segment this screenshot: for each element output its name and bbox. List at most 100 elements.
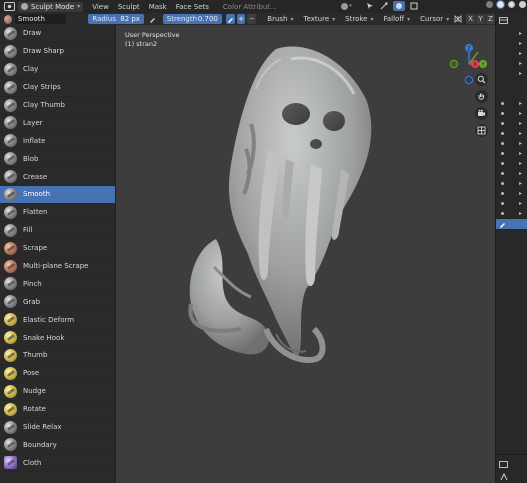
texture-dropdown[interactable]: Texture ▾ (302, 14, 338, 24)
menu-mask[interactable]: Mask (149, 3, 167, 11)
cursor-dropdown[interactable]: Cursor ▾ (418, 14, 451, 24)
brush-item-elastic-deform[interactable]: Elastic Deform (0, 311, 115, 330)
strength-pen-pressure-button[interactable] (225, 14, 235, 24)
symmetry-icon-button[interactable] (453, 14, 462, 24)
visibility-dot-icon[interactable] (501, 162, 504, 165)
expand-arrow-icon[interactable]: ▸ (519, 30, 522, 37)
outliner-row[interactable]: ▸ (496, 69, 527, 79)
pan-button[interactable] (475, 90, 488, 103)
properties-editor-icon[interactable] (499, 461, 508, 468)
expand-arrow-icon[interactable]: ▸ (519, 60, 522, 67)
visibility-dot-icon[interactable] (501, 172, 504, 175)
expand-arrow-icon[interactable]: ▸ (519, 200, 522, 207)
brush-item-crease[interactable]: Crease (0, 168, 115, 187)
visibility-dot-icon[interactable] (501, 112, 504, 115)
expand-arrow-icon[interactable]: ▸ (519, 120, 522, 127)
expand-arrow-icon[interactable]: ▸ (519, 140, 522, 147)
outliner-row[interactable]: ▸ (496, 199, 527, 209)
stroke-dropdown[interactable]: Stroke ▾ (343, 14, 375, 24)
xray-toggle[interactable] (409, 1, 419, 11)
brush-item-snake-hook[interactable]: Snake Hook (0, 329, 115, 348)
subtract-direction-button[interactable]: − (247, 14, 257, 24)
visibility-dot-icon[interactable] (501, 182, 504, 185)
visibility-dot-icon[interactable] (501, 132, 504, 135)
expand-arrow-icon[interactable]: ▸ (519, 110, 522, 117)
expand-arrow-icon[interactable]: ▸ (519, 70, 522, 77)
outliner-row[interactable]: ▸ (496, 129, 527, 139)
symmetry-z-toggle[interactable]: Z (486, 14, 496, 24)
outliner-row[interactable]: ▸ (496, 39, 527, 49)
brush-item-flatten[interactable]: Flatten (0, 204, 115, 222)
expand-arrow-icon[interactable]: ▸ (519, 130, 522, 137)
brush-item-inflate[interactable]: Inflate (0, 132, 115, 151)
material-shading-icon[interactable] (508, 1, 515, 8)
outliner-row[interactable]: ▸ (496, 189, 527, 199)
overlays-toggle[interactable] (393, 1, 405, 11)
brush-item-nudge[interactable]: Nudge (0, 383, 115, 401)
outliner-row[interactable]: ▸ (496, 49, 527, 59)
brush-preview-icon[interactable] (4, 14, 12, 24)
outliner-row[interactable]: ▸ (496, 179, 527, 189)
falloff-dropdown[interactable]: Falloff ▾ (381, 14, 412, 24)
outliner-row[interactable]: ▸ (496, 209, 527, 219)
brush-item-scrape[interactable]: Scrape (0, 240, 115, 258)
brush-item-smooth[interactable]: Smooth (0, 186, 115, 204)
visibility-dot-icon[interactable] (501, 202, 504, 205)
expand-arrow-icon[interactable]: ▸ (519, 40, 522, 47)
brush-item-thumb[interactable]: Thumb (0, 347, 115, 365)
rendered-shading-icon[interactable] (519, 1, 526, 8)
properties-row[interactable] (496, 473, 527, 483)
camera-view-button[interactable] (475, 107, 488, 120)
brush-item-multiplane-scrape[interactable]: Multi-plane Scrape (0, 258, 115, 276)
menu-sculpt[interactable]: Sculpt (118, 3, 140, 11)
brush-dropdown[interactable]: Brush ▾ (265, 14, 295, 24)
expand-arrow-icon[interactable]: ▸ (519, 210, 522, 217)
pointer-tool-button[interactable] (365, 1, 375, 11)
radius-field[interactable]: Radius 82 px (88, 14, 144, 24)
outliner-row[interactable]: ▸ (496, 109, 527, 119)
gizmo-toggle[interactable] (379, 1, 389, 11)
outliner-row[interactable]: ▸ (496, 169, 527, 179)
symmetry-y-toggle[interactable]: Y (476, 14, 486, 24)
projection-toggle-button[interactable] (475, 124, 488, 137)
brush-item-clay-thumb[interactable]: Clay Thumb (0, 97, 115, 115)
expand-arrow-icon[interactable]: ▸ (519, 100, 522, 107)
brush-item-draw[interactable]: Draw (0, 25, 115, 43)
visibility-dot-icon[interactable] (501, 152, 504, 155)
outliner-row[interactable]: ▸ (496, 149, 527, 159)
brush-item-draw-sharp[interactable]: Draw Sharp (0, 43, 115, 61)
add-direction-button[interactable]: + (236, 14, 246, 24)
expand-arrow-icon[interactable]: ▸ (519, 160, 522, 167)
symmetry-x-toggle[interactable]: X (466, 14, 476, 24)
outliner-row[interactable]: ▸ (496, 139, 527, 149)
expand-arrow-icon[interactable]: ▸ (519, 180, 522, 187)
expand-arrow-icon[interactable]: ▸ (519, 170, 522, 177)
visibility-dot-icon[interactable] (501, 142, 504, 145)
visibility-dot-icon[interactable] (501, 192, 504, 195)
zoom-button[interactable] (475, 73, 488, 86)
mode-selector[interactable]: Sculpt Mode ▾ (18, 1, 84, 12)
outliner-row[interactable]: ▸ (496, 159, 527, 169)
editor-type-button[interactable] (2, 1, 16, 12)
expand-arrow-icon[interactable]: ▸ (519, 190, 522, 197)
brush-item-blob[interactable]: Blob (0, 150, 115, 169)
outliner-row[interactable]: ▸ (496, 59, 527, 69)
outliner-row[interactable]: ▸ (496, 29, 527, 39)
brush-item-fill[interactable]: Fill (0, 222, 115, 240)
3d-viewport[interactable]: User Perspective (1) stran2 Z X Y (116, 25, 495, 483)
radius-pen-pressure-button[interactable] (148, 14, 157, 24)
menu-view[interactable]: View (92, 3, 109, 11)
expand-arrow-icon[interactable]: ▸ (519, 150, 522, 157)
brush-item-pinch[interactable]: Pinch (0, 275, 115, 294)
brush-item-pose[interactable]: Pose (0, 365, 115, 383)
brush-item-clay-strips[interactable]: Clay Strips (0, 79, 115, 97)
brush-name-field[interactable]: Smooth (14, 14, 67, 24)
viewport-shading-toggle[interactable]: ▾ (340, 1, 353, 11)
outliner-row[interactable]: ▸ (496, 99, 527, 109)
brush-item-rotate[interactable]: Rotate (0, 401, 115, 419)
visibility-dot-icon[interactable] (501, 212, 504, 215)
menu-face-sets[interactable]: Face Sets (176, 3, 209, 11)
brush-item-cloth[interactable]: Cloth (0, 454, 115, 473)
color-attribute-dropdown[interactable]: Color Attribut... (223, 3, 277, 11)
outliner-editor-icon[interactable] (499, 17, 508, 24)
